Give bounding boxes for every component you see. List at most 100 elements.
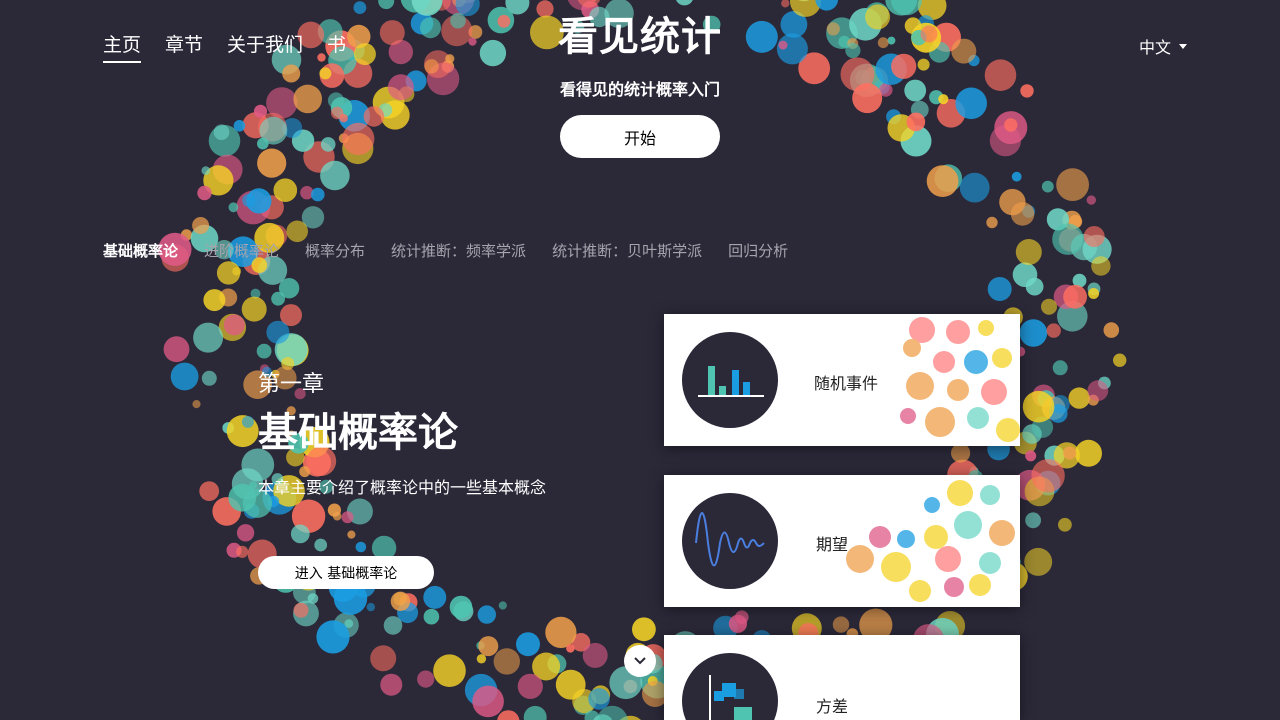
card-variance[interactable]: 方差 <box>664 635 1020 720</box>
tab-advanced-probability[interactable]: 进阶概率论 <box>204 240 279 261</box>
tab-frequentist-inference[interactable]: 统计推断：频率学派 <box>391 240 526 261</box>
wave-icon <box>682 493 778 589</box>
card-dots-decoration <box>900 317 1020 442</box>
decorative-dot <box>1075 439 1102 467</box>
tab-bayesian-inference[interactable]: 统计推断：贝叶斯学派 <box>552 240 702 261</box>
decorative-dot <box>1063 284 1087 309</box>
decorative-dot <box>293 602 309 618</box>
decorative-dot <box>1011 171 1022 182</box>
decorative-dot <box>1041 180 1054 193</box>
decorative-dot <box>832 616 850 633</box>
decorative-dot <box>987 277 1012 301</box>
decorative-dot <box>1088 288 1100 299</box>
decorative-dot <box>320 160 350 191</box>
decorative-dot <box>236 545 249 558</box>
decorative-dot <box>582 642 608 668</box>
decorative-dot <box>498 601 507 610</box>
decorative-dot <box>213 124 230 140</box>
decorative-dot <box>199 481 220 501</box>
card-expectation[interactable]: 期望 <box>664 475 1020 607</box>
decorative-dot <box>986 216 998 229</box>
decorative-dot <box>926 165 959 198</box>
decorative-dot <box>342 122 375 155</box>
decorative-dot <box>516 632 540 657</box>
decorative-dot <box>1024 547 1053 576</box>
decorative-dot <box>423 608 440 625</box>
decorative-dot <box>1022 390 1055 423</box>
decorative-dot <box>320 137 336 152</box>
decorative-dot <box>314 538 328 552</box>
decorative-dot <box>228 202 239 213</box>
decorative-dot <box>1056 168 1089 202</box>
decorative-dot <box>341 511 354 524</box>
decorative-dot <box>286 220 309 243</box>
decorative-dot <box>1031 459 1065 493</box>
chapter-tabs: 基础概率论 进阶概率论 概率分布 统计推断：频率学派 统计推断：贝叶斯学派 回归… <box>103 240 788 261</box>
tab-distributions[interactable]: 概率分布 <box>305 240 365 261</box>
tab-basic-probability[interactable]: 基础概率论 <box>103 240 178 261</box>
decorative-dot <box>1015 239 1042 265</box>
decorative-dot <box>347 530 356 539</box>
decorative-dot <box>201 166 211 175</box>
decorative-dot <box>1103 322 1120 338</box>
decorative-dot <box>193 322 224 353</box>
decorative-dot <box>1091 256 1111 276</box>
decorative-dot <box>989 125 1022 157</box>
decorative-dot <box>1052 360 1068 376</box>
decorative-dot <box>330 106 344 120</box>
decorative-dot <box>478 636 499 657</box>
decorative-dot <box>257 137 269 150</box>
decorative-dot <box>1019 319 1048 347</box>
decorative-dot <box>390 591 411 611</box>
decorative-dot <box>1046 323 1061 338</box>
decorative-dot <box>632 617 656 642</box>
card-label-random-events: 随机事件 <box>814 374 879 393</box>
decorative-dot <box>1063 446 1077 460</box>
decorative-dot <box>370 645 397 672</box>
decorative-dot <box>192 217 210 234</box>
decorative-dot <box>951 443 971 463</box>
decorative-dot <box>257 148 287 178</box>
decorative-dot <box>566 644 575 653</box>
decorative-dot <box>236 524 255 542</box>
chapter-title: 基础概率论 <box>258 410 458 456</box>
enter-chapter-button[interactable]: 进入 基础概率论 <box>258 556 434 589</box>
decorative-dot <box>517 673 543 699</box>
scroll-down-button[interactable] <box>624 645 656 677</box>
tab-regression[interactable]: 回归分析 <box>728 240 788 261</box>
decorative-dot <box>170 362 199 391</box>
chapter-number: 第一章 <box>258 372 325 397</box>
decorative-dot <box>266 320 290 344</box>
decorative-dot <box>959 172 990 203</box>
chevron-down-icon <box>634 657 646 665</box>
decorative-dot <box>380 673 403 696</box>
decorative-dot <box>906 112 926 132</box>
site-title: 看见统计 <box>558 14 722 60</box>
decorative-dot <box>493 648 520 675</box>
decorative-dot <box>163 336 190 363</box>
decorative-dot <box>1025 512 1041 529</box>
decorative-dot <box>316 620 350 654</box>
decorative-dot <box>256 343 272 359</box>
decorative-dot <box>477 605 496 624</box>
decorative-dot <box>197 185 212 201</box>
decorative-dot-ring <box>158 0 1127 720</box>
decorative-dot <box>588 688 610 710</box>
decorative-dot <box>363 106 385 127</box>
card-dots-decoration <box>846 480 1015 602</box>
decorative-dot <box>273 178 298 202</box>
decorative-dot <box>307 593 319 604</box>
decorative-dot <box>423 585 447 609</box>
decorative-dot <box>355 541 367 553</box>
decorative-dot <box>1058 517 1072 532</box>
decorative-dot <box>1052 223 1084 255</box>
decorative-dot <box>327 503 341 517</box>
decorative-dot <box>241 415 254 428</box>
decorative-dot <box>192 400 201 409</box>
decorative-dot <box>241 296 267 322</box>
variance-icon <box>682 653 778 720</box>
decorative-dot <box>233 120 246 132</box>
start-button[interactable]: 开始 <box>560 115 720 158</box>
card-random-events[interactable]: 随机事件 <box>664 314 1020 446</box>
decorative-dot <box>201 370 217 386</box>
